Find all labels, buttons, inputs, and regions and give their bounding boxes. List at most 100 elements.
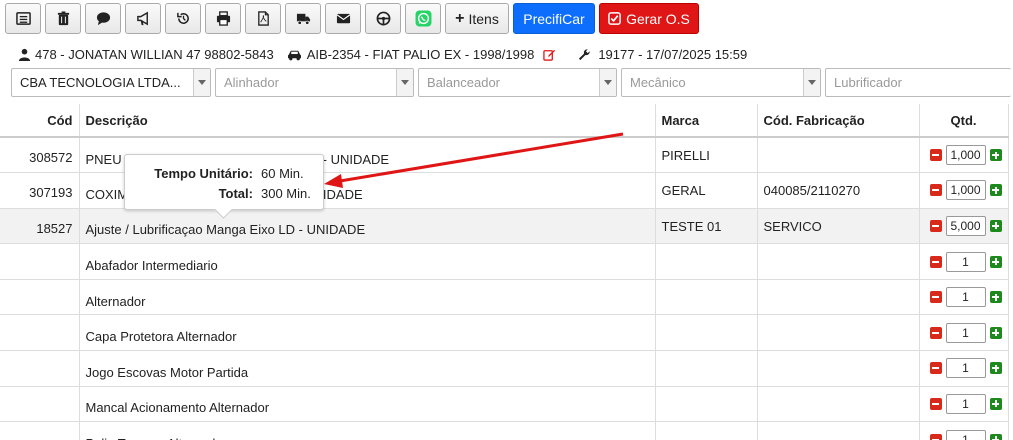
quantity-input[interactable]: 1 — [945, 429, 986, 440]
cell-descricao: Capa Protetora Alternador — [79, 314, 656, 352]
chevron-down-icon — [193, 69, 210, 96]
increment-icon[interactable] — [989, 326, 1002, 339]
descricao-text: Mancal Acionamento Alternador — [85, 400, 270, 416]
steering-button[interactable] — [365, 3, 401, 34]
table-row[interactable]: Capa Protetora Alternador 1 — [0, 314, 1009, 352]
quantity-input[interactable]: 1 — [945, 393, 986, 414]
cell-qtd: 1,000 — [919, 137, 1009, 174]
alinhador-placeholder: Alinhador — [224, 75, 279, 90]
decrement-icon[interactable] — [929, 255, 942, 268]
quantity-input[interactable]: 1 — [945, 251, 986, 272]
gerar-os-button[interactable]: Gerar O.S — [599, 3, 699, 34]
wrench-icon — [578, 48, 591, 61]
balanceador-select[interactable]: Balanceador — [418, 68, 617, 97]
whatsapp-button[interactable] — [405, 3, 441, 34]
print-button[interactable] — [205, 3, 241, 34]
list-button[interactable] — [5, 3, 41, 34]
client-text: 478 - JONATAN WILLIAN 47 98802-5843 — [35, 47, 274, 62]
checkbox-check-icon — [608, 12, 621, 25]
decrement-icon[interactable] — [929, 326, 942, 339]
col-qtd[interactable]: Qtd. — [919, 104, 1009, 138]
envelope-icon — [336, 13, 350, 24]
decrement-icon[interactable] — [929, 291, 942, 304]
cell-cod-fabricacao — [757, 421, 920, 440]
quantity-input[interactable]: 1,000 — [945, 180, 986, 201]
decrement-icon[interactable] — [929, 433, 942, 440]
quantity-input[interactable]: 1 — [945, 287, 986, 308]
decrement-icon[interactable] — [929, 219, 942, 232]
quantity-input[interactable]: 1 — [945, 322, 986, 343]
col-cod[interactable]: Cód — [0, 104, 80, 138]
trash-icon — [57, 11, 69, 26]
truck-button[interactable] — [285, 3, 321, 34]
cell-qtd: 1 — [919, 421, 1009, 440]
cell-qtd: 1 — [919, 243, 1009, 280]
increment-icon[interactable] — [989, 149, 1002, 162]
table-row[interactable]: Abafador Intermediario 1 — [0, 243, 1009, 280]
decrement-icon[interactable] — [929, 362, 942, 375]
cell-cod: 307193 — [0, 172, 80, 209]
cell-marca: TESTE 01 — [655, 208, 758, 245]
history-icon — [176, 12, 189, 24]
cell-cod — [0, 314, 80, 352]
comment-icon — [96, 12, 110, 26]
whatsapp-icon — [415, 10, 431, 27]
increment-icon[interactable] — [989, 219, 1002, 232]
quantity-input[interactable]: 1,000 — [945, 145, 986, 166]
precificar-label: PrecifiCar — [523, 10, 585, 27]
announce-button[interactable] — [125, 3, 161, 34]
decrement-icon[interactable] — [929, 149, 942, 162]
cell-cod-fabricacao — [757, 386, 920, 423]
list-icon — [15, 12, 31, 25]
cell-descricao: Ajuste / Lubrificaçao Manga Eixo LD - UN… — [79, 208, 656, 245]
increment-icon[interactable] — [989, 291, 1002, 304]
increment-icon[interactable] — [989, 433, 1002, 440]
pdf-button[interactable] — [245, 3, 281, 34]
table-row[interactable]: 18527 Ajuste / Lubrificaçao Manga Eixo LD… — [0, 208, 1009, 245]
descricao-text: Polia Tensora Alternador — [86, 436, 227, 440]
precificar-button[interactable]: PrecifiCar — [513, 3, 595, 34]
cell-qtd: 1 — [919, 279, 1009, 316]
table-row[interactable]: Polia Tensora Alternador 1 — [0, 421, 1009, 440]
vehicle-info: AIB-2354 - FIAT PALIO EX - 1998/1998 — [287, 47, 561, 62]
cell-marca — [655, 421, 758, 440]
quantity-input[interactable]: 1 — [945, 358, 986, 379]
delete-button[interactable] — [45, 3, 81, 34]
cell-marca — [655, 314, 758, 352]
increment-icon[interactable] — [989, 184, 1002, 197]
quantity-input[interactable]: 5,000 — [945, 215, 986, 236]
tooltip-total-label: Total — [218, 185, 249, 201]
add-itens-button[interactable]: + Itens — [445, 3, 509, 34]
toolbar: + Itens PrecifiCar Gerar O.S — [5, 3, 699, 35]
history-button[interactable] — [165, 3, 201, 34]
cell-cod-fabricacao — [757, 137, 920, 174]
print-icon — [216, 11, 230, 26]
increment-icon[interactable] — [989, 397, 1002, 410]
alinhador-select[interactable]: Alinhador — [215, 68, 414, 97]
tooltip-tempo-label: Tempo Unitário — [154, 165, 249, 181]
col-marca[interactable]: Marca — [655, 104, 758, 138]
table-row[interactable]: Mancal Acionamento Alternador 1 — [0, 386, 1009, 423]
email-button[interactable] — [325, 3, 361, 34]
lubrificador-select[interactable]: Lubrificador — [825, 68, 1011, 97]
cell-marca — [655, 350, 758, 387]
col-descricao[interactable]: Descrição — [79, 104, 656, 138]
lubrificador-placeholder: Lubrificador — [834, 75, 902, 90]
decrement-icon[interactable] — [929, 184, 942, 197]
cell-descricao: Mancal Acionamento Alternador — [79, 386, 656, 423]
col-cod-fabricacao[interactable]: Cód. Fabricação — [757, 104, 920, 138]
truck-icon — [296, 13, 310, 25]
car-icon — [287, 48, 302, 61]
edit-icon[interactable] — [543, 48, 556, 61]
table-row[interactable]: Jogo Escovas Motor Partida 1 — [0, 350, 1009, 387]
mecanico-select[interactable]: Mecânico — [621, 68, 821, 97]
increment-icon[interactable] — [989, 255, 1002, 268]
cell-qtd: 5,000 — [919, 208, 1009, 245]
decrement-icon[interactable] — [929, 397, 942, 410]
cell-qtd: 1,000 — [919, 172, 1009, 209]
comment-button[interactable] — [85, 3, 121, 34]
order-text: 19177 - 17/07/2025 15:59 — [598, 47, 748, 62]
increment-icon[interactable] — [989, 362, 1002, 375]
table-row[interactable]: Alternador 1 — [0, 279, 1009, 316]
empresa-select[interactable]: CBA TECNOLOGIA LTDA... — [11, 68, 211, 97]
